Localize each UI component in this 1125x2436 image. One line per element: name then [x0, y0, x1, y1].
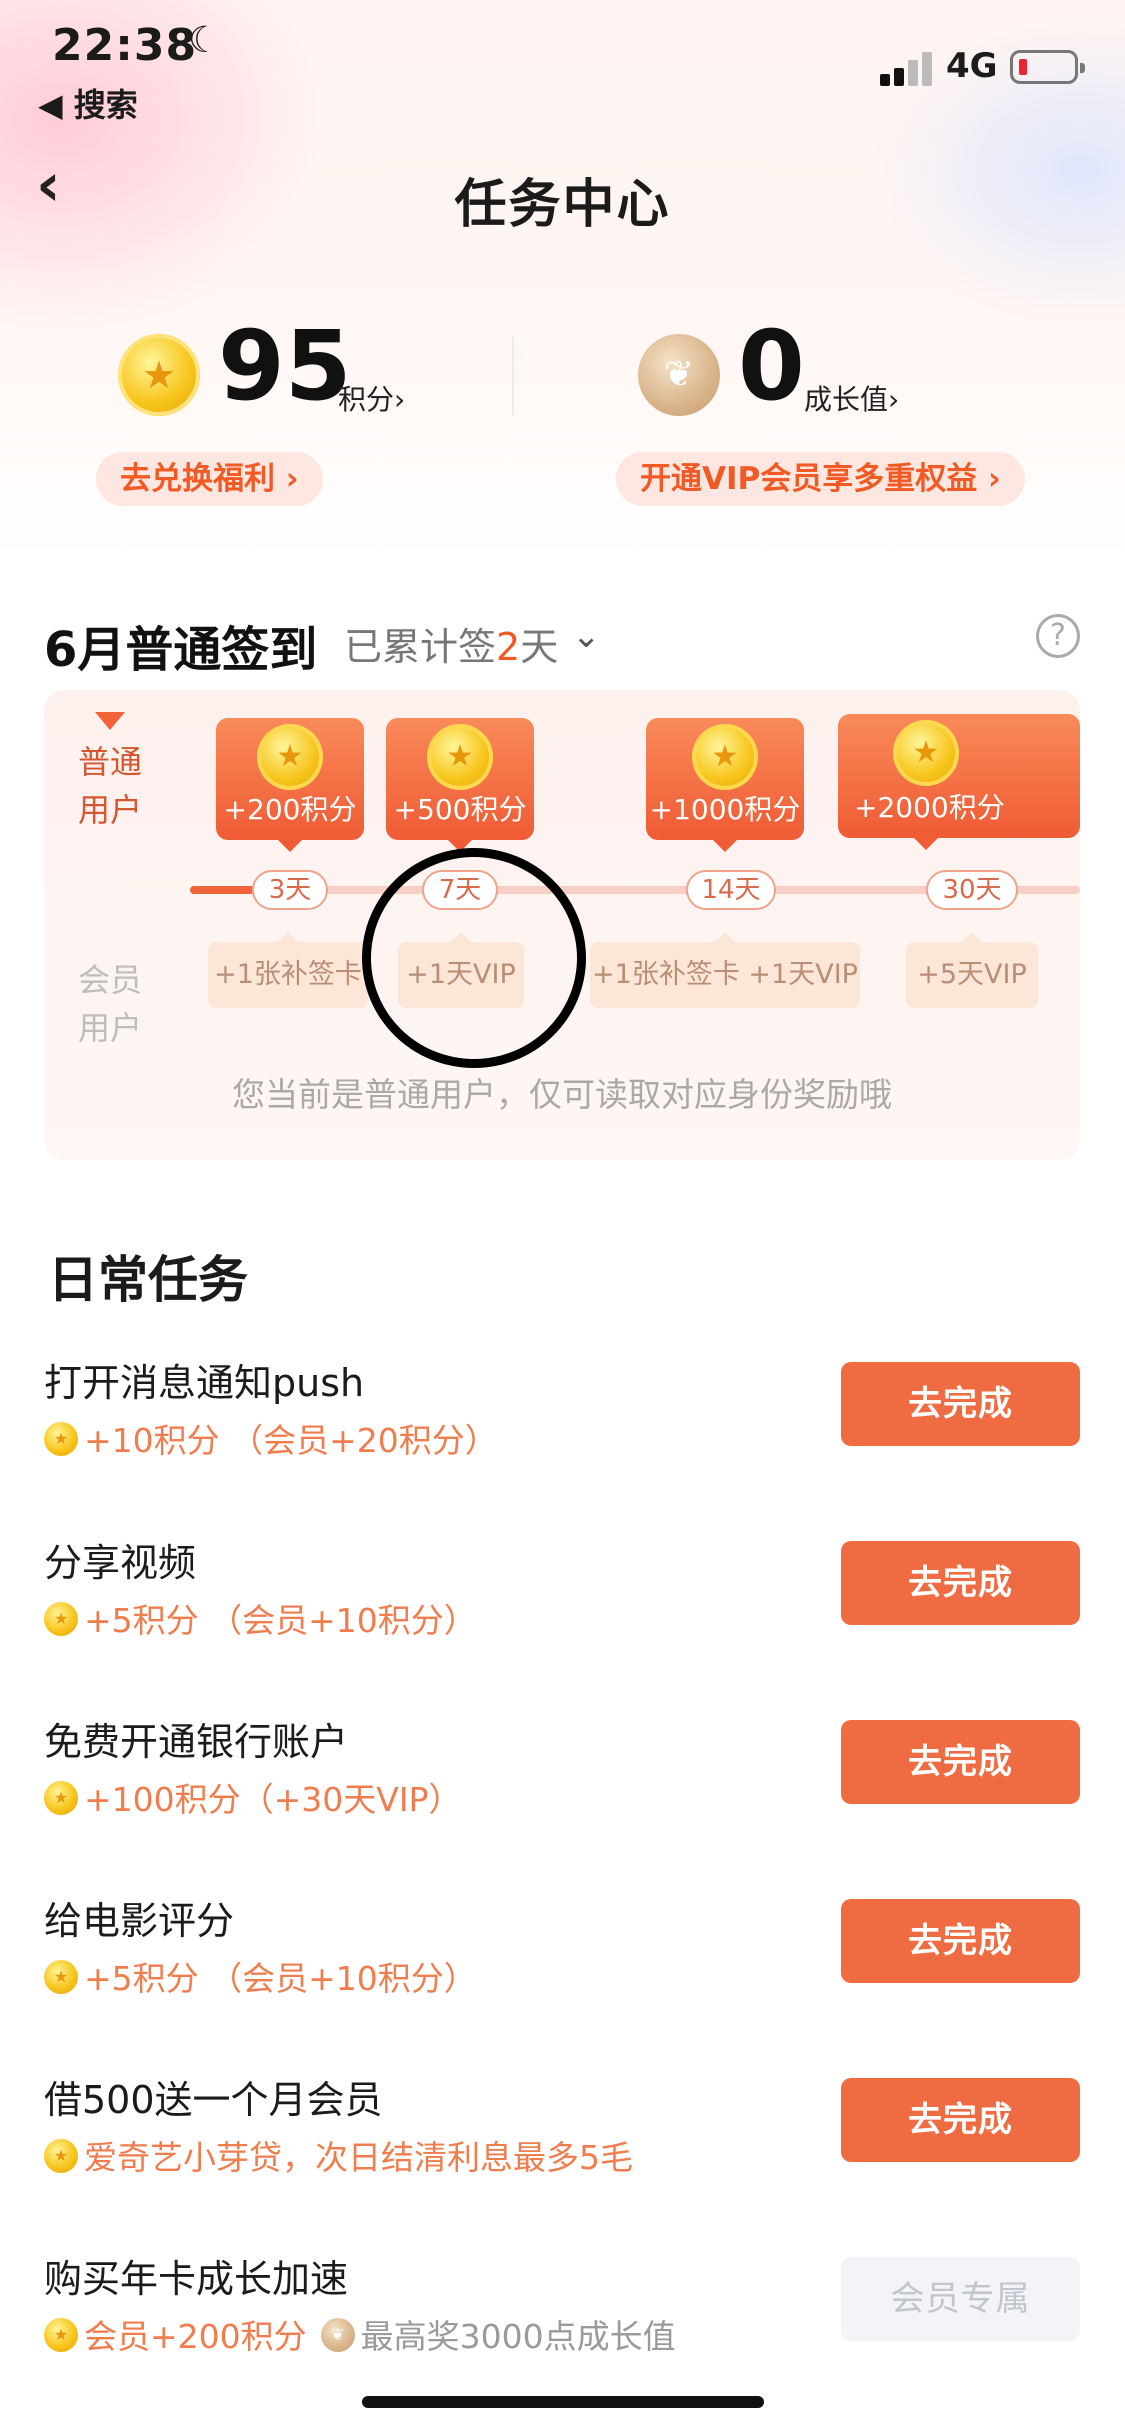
vip-reward-text: +1张补签卡	[214, 959, 362, 990]
task-reward-text: +10积分 （会员+20积分）	[84, 1421, 498, 1460]
complete-task-button[interactable]: 去完成	[841, 1899, 1080, 1983]
member-user-label-line2: 用户	[78, 1009, 143, 1047]
signin-summary[interactable]: 已累计签2天	[344, 616, 558, 671]
reward-card-7days: +500积分	[386, 718, 534, 852]
moon-icon: ☾	[188, 20, 221, 61]
task-reward-text: +5积分 （会员+10积分）	[84, 1601, 477, 1640]
home-indicator	[362, 2396, 764, 2408]
normal-user-label: 普通 用户	[78, 738, 142, 834]
current-row-indicator-icon	[95, 712, 125, 730]
day-marker-3: 3天	[252, 870, 328, 910]
identity-note: 您当前是普通用户，仅可读取对应身份奖励哦	[232, 1075, 892, 1114]
reward-card-30days: +2000积分	[838, 714, 1080, 850]
task-reward: +10积分 （会员+20积分）	[44, 1414, 498, 1462]
task-name: 打开消息通知push	[44, 1361, 365, 1405]
signin-summary-prefix: 已累计签	[344, 625, 497, 669]
task-reward: +100积分（+30天VIP）	[44, 1773, 462, 1821]
points-value: 95	[218, 310, 352, 422]
coin-icon	[44, 2318, 78, 2352]
sprout-icon	[320, 2318, 355, 2352]
growth-sprout-icon	[638, 334, 720, 416]
page-title: 任务中心	[454, 175, 671, 235]
reward-amount: +500积分	[393, 793, 527, 826]
complete-task-button[interactable]: 去完成	[841, 1541, 1080, 1625]
coin-icon	[44, 1422, 78, 1456]
coin-icon	[44, 1602, 78, 1636]
normal-user-label-line1: 普通	[78, 743, 143, 781]
annotation-circle	[362, 848, 586, 1068]
task-reward: +5积分 （会员+10积分）	[44, 1952, 477, 2000]
vip-reward-3days: +1张补签卡	[208, 932, 368, 1008]
reward-card-14days: +1000积分	[646, 718, 804, 852]
task-name: 免费开通银行账户	[44, 1720, 349, 1764]
vip-reward-text: +5天VIP	[917, 959, 1027, 990]
day-marker-14: 14天	[686, 870, 776, 910]
reward-amount: +1000积分	[649, 793, 801, 826]
coin-icon	[44, 1960, 78, 1994]
task-reward: 爱奇艺小芽贷，次日结清利息最多5毛	[44, 2131, 633, 2179]
vip-reward-30days: +5天VIP	[906, 932, 1038, 1008]
task-reward-text: 爱奇艺小芽贷，次日结清利息最多5毛	[84, 2138, 633, 2177]
normal-user-label-line2: 用户	[78, 791, 143, 829]
points-unit-link[interactable]: 积分›	[338, 378, 405, 418]
status-time: 22:38	[52, 20, 198, 71]
growth-unit-link[interactable]: 成长值›	[804, 378, 899, 418]
member-user-label: 会员 用户	[78, 956, 142, 1052]
open-vip-button[interactable]: 开通VIP会员享多重权益 ›	[616, 452, 1025, 506]
task-reward-text: 会员+200积分	[84, 2317, 307, 2356]
vip-reward-14days: +1张补签卡 +1天VIP	[590, 932, 860, 1008]
coin-icon	[44, 2139, 78, 2173]
coin-icon	[692, 724, 758, 790]
help-icon[interactable]: ?	[1036, 614, 1080, 658]
task-reward: +5积分 （会员+10积分）	[44, 1594, 477, 1642]
complete-task-button[interactable]: 去完成	[841, 1362, 1080, 1446]
daily-tasks-title: 日常任务	[48, 1251, 248, 1309]
signal-icon	[880, 50, 936, 86]
coin-icon	[257, 724, 323, 790]
signin-title: 6月普通签到	[44, 622, 318, 678]
stats-divider	[512, 335, 514, 415]
reward-card-3days: +200积分	[216, 718, 364, 852]
task-reward-text: +5积分 （会员+10积分）	[84, 1959, 477, 1998]
task-reward: 会员+200积分 最高奖3000点成长值	[44, 2310, 676, 2358]
network-label: 4G	[946, 46, 998, 86]
member-only-button[interactable]: 会员专属	[841, 2257, 1080, 2341]
complete-task-button[interactable]: 去完成	[841, 1720, 1080, 1804]
chevron-down-icon[interactable]: ⌄	[572, 616, 601, 656]
signin-days-count: 2	[496, 625, 521, 669]
task-name: 给电影评分	[44, 1899, 235, 1943]
coin-icon	[427, 724, 493, 790]
member-user-label-line1: 会员	[78, 961, 143, 999]
vip-reward-text: +1张补签卡 +1天VIP	[592, 959, 858, 990]
redeem-benefits-button[interactable]: 去兑换福利 ›	[96, 452, 323, 506]
growth-value: 0	[738, 310, 805, 422]
task-name: 借500送一个月会员	[44, 2078, 383, 2122]
task-reward-text: +100积分（+30天VIP）	[84, 1780, 462, 1819]
coin-icon	[44, 1781, 78, 1815]
points-coin-icon	[118, 334, 200, 416]
day-marker-30: 30天	[926, 870, 1018, 910]
task-reward-extra: 最高奖3000点成长值	[360, 2317, 676, 2356]
complete-task-button[interactable]: 去完成	[841, 2078, 1080, 2162]
reward-amount: +2000积分	[854, 791, 1005, 824]
back-to-app-link[interactable]: ◀ 搜索	[38, 80, 138, 126]
signin-summary-suffix: 天	[520, 625, 559, 669]
task-name: 分享视频	[44, 1541, 197, 1585]
battery-icon	[1010, 50, 1085, 84]
task-name: 购买年卡成长加速	[44, 2257, 349, 2301]
coin-icon	[893, 720, 959, 786]
reward-amount: +200积分	[223, 793, 357, 826]
